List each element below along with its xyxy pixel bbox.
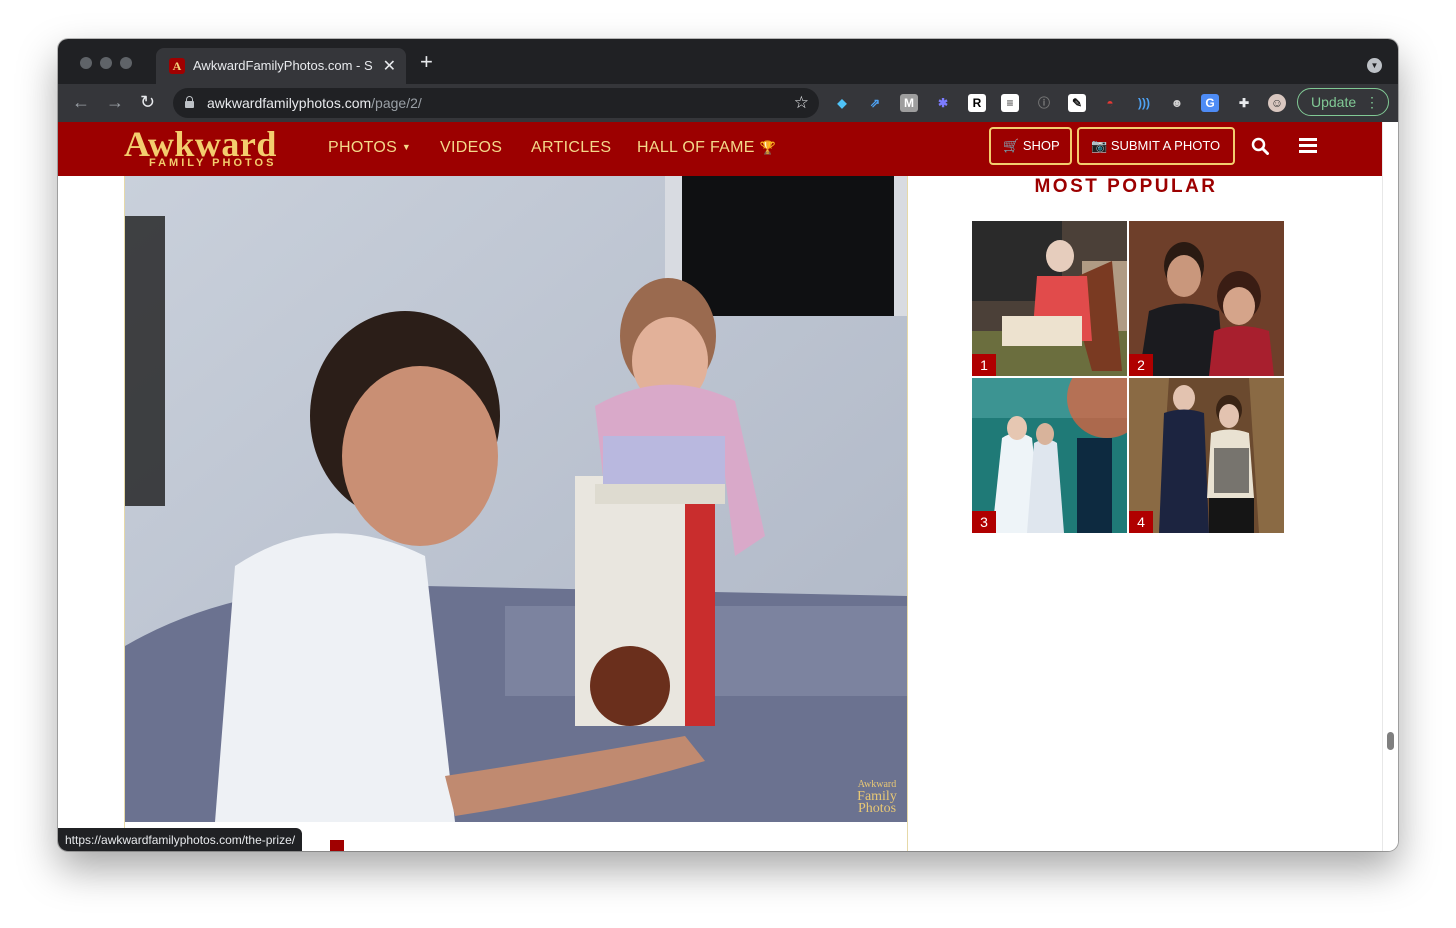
translate-icon[interactable]: G [1201, 94, 1219, 112]
chrome-menu-icon[interactable]: ⋮ [1365, 89, 1379, 115]
tab-title: AwkwardFamilyPhotos.com - S [193, 58, 373, 73]
nav-articles[interactable]: ARTICLES [531, 139, 611, 157]
featured-photo[interactable] [125, 176, 907, 822]
photo-watermark: Awkward Family Photos [855, 779, 899, 816]
nav-photos[interactable]: PHOTOS ▼ [328, 139, 411, 157]
rank-badge: 4 [1129, 511, 1153, 533]
browser-tab[interactable]: A AwkwardFamilyPhotos.com - S ✕ [156, 48, 406, 84]
shop-button[interactable]: 🛒 SHOP [989, 127, 1072, 165]
popular-thumb-1[interactable]: 1 [972, 221, 1127, 376]
back-arrow-icon[interactable]: ← [72, 92, 90, 113]
audio-icon[interactable]: ))) [1135, 94, 1153, 112]
shop-label: SHOP [1022, 138, 1060, 153]
notes-icon[interactable]: ≡ [1001, 94, 1019, 112]
search-icon[interactable] [1251, 137, 1269, 160]
scrollbar-thumb[interactable] [1387, 732, 1394, 750]
url-path: /page/2/ [371, 95, 422, 111]
rank-badge: 1 [972, 354, 996, 376]
pin-icon[interactable]: ◆ [833, 94, 851, 112]
site-logo[interactable]: Awkward FAMILY PHOTOS [124, 124, 304, 173]
page-content: Awkward Family Photos MOST POPULAR 1 2 3… [58, 176, 1382, 851]
edit-icon[interactable]: ✎ [1068, 94, 1086, 112]
most-popular-heading: MOST POPULAR [1034, 176, 1218, 197]
watermark-bottom: Family Photos [857, 789, 897, 816]
zoom-window-button[interactable] [120, 57, 132, 69]
monkey-icon[interactable]: ☻ [1168, 94, 1186, 112]
minimize-window-button[interactable] [100, 57, 112, 69]
site-favicon-icon: A [169, 58, 185, 74]
rank-badge: 2 [1129, 354, 1153, 376]
caret-down-icon: ▼ [401, 142, 412, 152]
nav-hall-of-fame-label: HALL OF FAME [637, 139, 755, 156]
update-label: Update [1311, 94, 1357, 110]
reload-icon[interactable]: ↻ [140, 92, 155, 113]
tab-strip: A AwkwardFamilyPhotos.com - S ✕ + ▼ [58, 39, 1398, 84]
bookmark-star-icon[interactable]: ☆ [794, 93, 809, 113]
browser-toolbar: ← → ↻ awkwardfamilyphotos.com/page/2/ ☆ … [58, 84, 1398, 122]
info-icon[interactable]: ⓘ [1035, 94, 1053, 112]
tab-search-icon[interactable]: ▼ [1367, 58, 1382, 73]
camera-icon: 📷 [1091, 138, 1108, 153]
url-text: awkwardfamilyphotos.com/page/2/ [207, 95, 422, 111]
link-status-bar: https://awkwardfamilyphotos.com/the-priz… [58, 828, 303, 851]
r-icon[interactable]: R [968, 94, 986, 112]
snowflake-icon[interactable]: ✱ [934, 94, 952, 112]
pokeball-icon[interactable]: ◓ [1101, 94, 1119, 112]
m-icon[interactable]: M [900, 94, 918, 112]
share-icon[interactable]: ⇗ [866, 94, 884, 112]
close-window-button[interactable] [80, 57, 92, 69]
submit-label: SUBMIT A PHOTO [1110, 138, 1221, 153]
url-host: awkwardfamilyphotos.com [207, 95, 372, 111]
browser-window: A AwkwardFamilyPhotos.com - S ✕ + ▼ ← → … [58, 39, 1398, 851]
logo-subtitle: FAMILY PHOTOS [149, 157, 277, 169]
window-controls [80, 56, 140, 74]
nav-hall-of-fame[interactable]: HALL OF FAME 🏆 [637, 139, 776, 157]
rank-badge: 3 [972, 511, 996, 533]
trophy-icon: 🏆 [759, 140, 776, 155]
new-tab-button[interactable]: + [420, 51, 433, 73]
hamburger-menu-icon[interactable] [1299, 137, 1317, 158]
popular-thumb-2[interactable]: 2 [1129, 221, 1284, 376]
post-title-fragment[interactable] [330, 840, 344, 851]
forward-arrow-icon[interactable]: → [106, 92, 124, 113]
popular-thumb-4[interactable]: 4 [1129, 378, 1284, 533]
profile-avatar[interactable]: ☺ [1268, 94, 1286, 112]
submit-photo-button[interactable]: 📷 SUBMIT A PHOTO [1077, 127, 1235, 165]
site-header: Awkward FAMILY PHOTOS PHOTOS ▼ VIDEOS AR… [58, 122, 1382, 176]
address-bar[interactable]: awkwardfamilyphotos.com/page/2/ ☆ [173, 88, 819, 118]
popular-thumb-3[interactable]: 3 [972, 378, 1127, 533]
lock-icon [185, 96, 194, 108]
cart-icon: 🛒 [1003, 138, 1020, 153]
update-button[interactable]: Update ⋮ [1297, 88, 1389, 116]
tab-close-icon[interactable]: ✕ [383, 56, 396, 76]
nav-videos[interactable]: VIDEOS [440, 139, 502, 157]
nav-photos-label: PHOTOS [328, 139, 398, 156]
puzzle-icon[interactable]: ✚ [1235, 94, 1253, 112]
